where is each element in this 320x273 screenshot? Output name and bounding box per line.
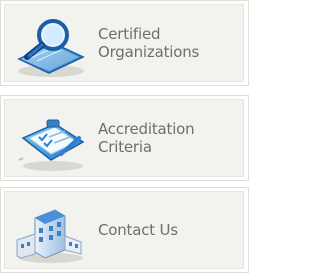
nav-item-panel: Accreditation Criteria: [4, 99, 244, 177]
nav-item-accreditation-criteria[interactable]: Accreditation Criteria: [0, 95, 249, 181]
office-building-icon: [9, 200, 91, 270]
nav-item-certified-organizations[interactable]: Certified Organizations: [0, 0, 249, 86]
nav-item-panel: Certified Organizations: [4, 4, 244, 82]
magnifier-document-icon: [9, 13, 91, 83]
nav-item-label-line2: Organizations: [98, 43, 200, 61]
nav-item-label: Certified Organizations: [98, 5, 199, 81]
nav-item-label: Accreditation Criteria: [98, 100, 195, 176]
clipboard-checklist-icon: [9, 108, 91, 178]
nav-item-label-line1: Certified: [98, 25, 161, 43]
nav-item-label: Contact Us: [98, 192, 178, 268]
nav-item-label-line1: Accreditation: [98, 120, 195, 138]
nav-item-label-line2: Criteria: [98, 138, 152, 156]
nav-item-label-line1: Contact Us: [98, 221, 178, 239]
nav-item-panel: Contact Us: [4, 191, 244, 269]
nav-item-contact-us[interactable]: Contact Us: [0, 187, 249, 273]
